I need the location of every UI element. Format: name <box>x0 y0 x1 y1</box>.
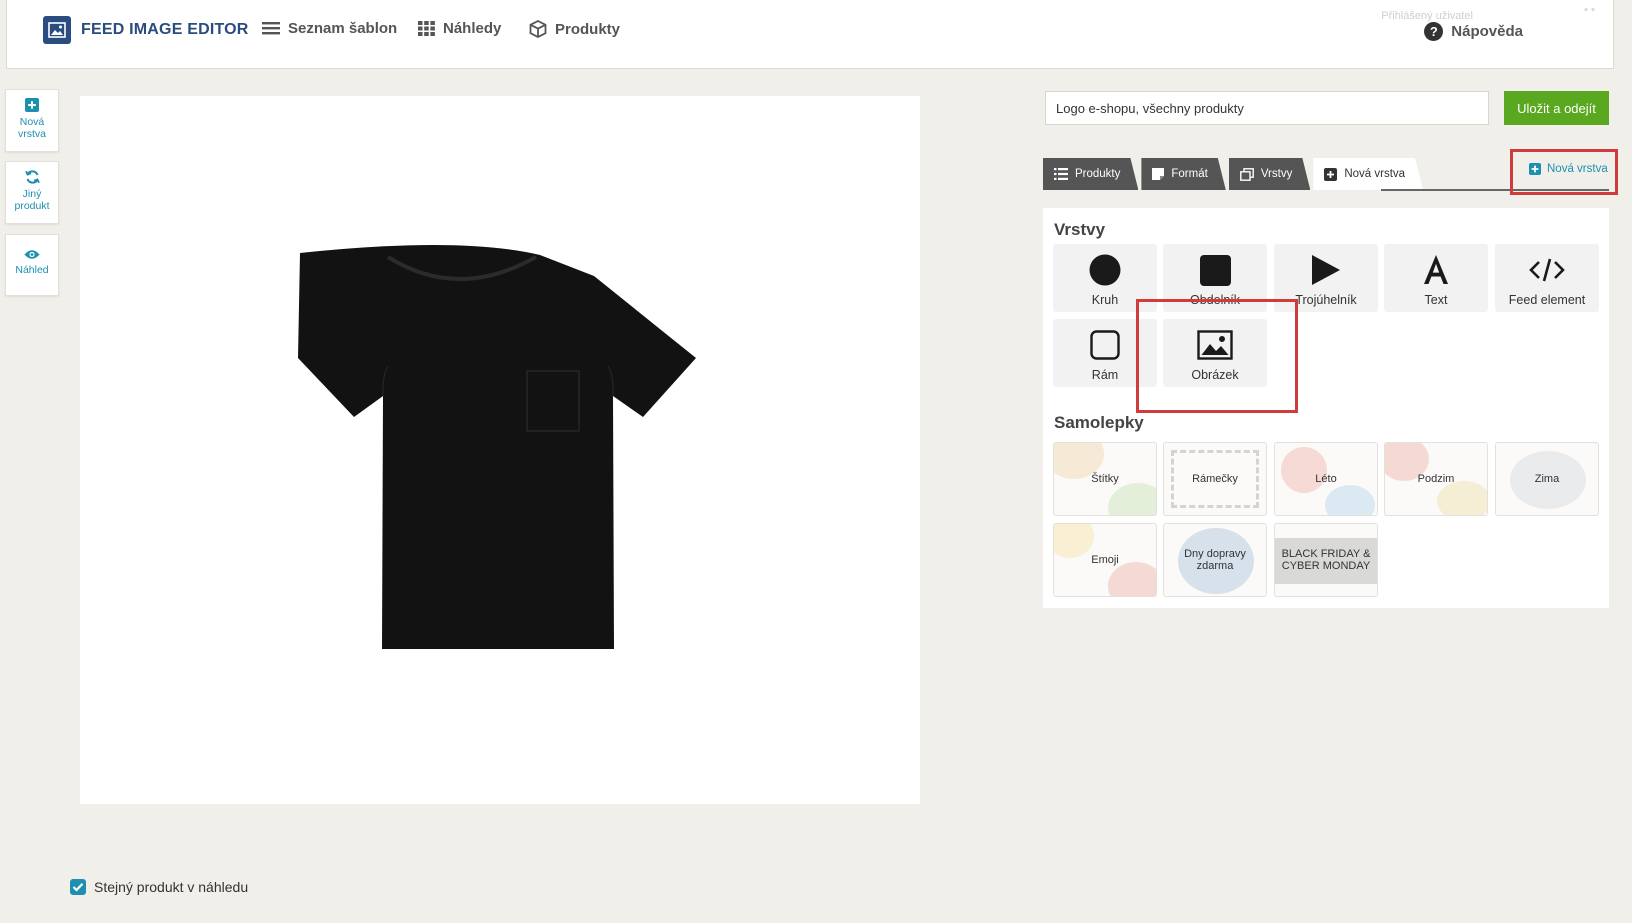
refresh-icon <box>24 170 40 184</box>
nav-previews-label: Náhledy <box>443 20 502 37</box>
user-info: Přihlášený uživatel <box>1381 10 1473 22</box>
layer-feed-element-label: Feed element <box>1508 293 1586 307</box>
layer-circle-tile[interactable]: Kruh <box>1053 244 1157 312</box>
sidebar-other-product-button[interactable]: Jiný produkt <box>5 161 59 224</box>
tab-layers[interactable]: Vrstvy <box>1229 158 1311 190</box>
layer-triangle-label: Trojúhelník <box>1295 293 1357 307</box>
code-icon <box>1529 258 1565 282</box>
new-layer-link-label: Nová vrstva <box>1547 163 1608 175</box>
tab-new-layer[interactable]: Nová vrstva <box>1313 158 1423 190</box>
image-editor-logo-icon <box>43 16 71 44</box>
editor-tabs: Produkty Formát Vrstvy Nová vrstva <box>1043 158 1426 191</box>
sticker-category-labels[interactable]: Štítky <box>1053 442 1157 516</box>
nav-templates-label: Seznam šablon <box>288 20 398 37</box>
sticker-category-winter[interactable]: Zima <box>1495 442 1599 516</box>
new-layer-link[interactable]: Nová vrstva <box>1529 163 1608 175</box>
layer-text-label: Text <box>1424 293 1448 307</box>
image-icon <box>1197 330 1233 360</box>
square-icon <box>1199 254 1231 286</box>
sticker-category-autumn-label: Podzim <box>1417 473 1455 485</box>
format-icon <box>1152 168 1164 180</box>
brand[interactable]: FEED IMAGE EDITOR <box>43 16 249 44</box>
help-link[interactable]: ? Nápověda <box>1424 22 1523 41</box>
list-icon <box>1054 168 1068 180</box>
tab-new-layer-label: Nová vrstva <box>1344 168 1406 180</box>
same-product-checkbox[interactable]: Stejný produkt v náhledu <box>70 879 248 895</box>
layer-image-label: Obrázek <box>1191 368 1239 382</box>
layer-rectangle-label: Obdelník <box>1189 293 1241 307</box>
same-product-label: Stejný produkt v náhledu <box>94 879 249 895</box>
frame-icon <box>1090 330 1120 360</box>
editor-canvas[interactable] <box>80 96 920 804</box>
sticker-category-winter-label: Zima <box>1534 473 1560 485</box>
list-icon <box>262 22 280 35</box>
product-image[interactable] <box>80 96 920 804</box>
sticker-category-labels-label: Štítky <box>1091 473 1119 485</box>
layers-section-title: Vrstvy <box>1054 220 1106 239</box>
plus-square-icon <box>25 98 39 112</box>
save-and-exit-button[interactable]: Uložit a odejít <box>1504 91 1609 125</box>
tab-products-label: Produkty <box>1075 168 1121 180</box>
layer-image-tile[interactable]: Obrázek <box>1163 319 1267 387</box>
stickers-section-title: Samolepky <box>1054 413 1144 432</box>
tab-layers-label: Vrstvy <box>1260 168 1293 180</box>
sidebar-new-layer-button[interactable]: Nová vrstva <box>5 89 59 152</box>
help-label: Nápověda <box>1451 23 1523 40</box>
new-layer-panel: Vrstvy Kruh Obdelník Trojúhelník Text Fe… <box>1043 208 1609 608</box>
text-icon <box>1424 255 1448 284</box>
sticker-category-frames-label: Rámečky <box>1192 473 1238 485</box>
app-title: FEED IMAGE EDITOR <box>81 21 249 38</box>
tab-format[interactable]: Formát <box>1141 158 1225 190</box>
box-icon <box>529 20 547 38</box>
circle-icon <box>1089 254 1121 286</box>
sticker-category-black-friday-label: BLACK FRIDAY & CYBER MONDAY <box>1281 548 1371 572</box>
top-bar: FEED IMAGE EDITOR Seznam šablon Náhledy … <box>6 0 1614 69</box>
template-name-input[interactable] <box>1045 91 1489 125</box>
layer-feed-element-tile[interactable]: Feed element <box>1495 244 1599 312</box>
sidebar-other-product-label: Jiný produkt <box>14 188 50 212</box>
nav-products[interactable]: Produkty <box>529 20 620 38</box>
sticker-category-summer[interactable]: Léto <box>1274 442 1378 516</box>
nav-previews[interactable]: Náhledy <box>418 20 501 37</box>
tab-underline <box>1381 189 1609 191</box>
sidebar-new-layer-label: Nová vrstva <box>17 116 46 140</box>
layer-frame-label: Rám <box>1091 368 1119 382</box>
grid-icon <box>418 21 435 36</box>
sticker-category-summer-label: Léto <box>1315 473 1337 485</box>
layer-triangle-tile[interactable]: Trojúhelník <box>1274 244 1378 312</box>
layer-frame-tile[interactable]: Rám <box>1053 319 1157 387</box>
sticker-category-free-shipping[interactable]: Dny dopravy zdarma <box>1163 523 1267 597</box>
sticker-category-emoji[interactable]: Emoji <box>1053 523 1157 597</box>
eye-icon <box>24 250 40 259</box>
triangle-icon <box>1312 255 1340 285</box>
sidebar-preview-button[interactable]: Náhled <box>5 234 59 296</box>
nav-templates[interactable]: Seznam šablon <box>262 20 397 37</box>
sticker-category-autumn[interactable]: Podzim <box>1384 442 1488 516</box>
sticker-category-black-friday[interactable]: BLACK FRIDAY & CYBER MONDAY <box>1274 523 1378 597</box>
sticker-category-emoji-label: Emoji <box>1091 554 1119 566</box>
user-menu-icon[interactable]: ▪ ▪ <box>1584 4 1595 16</box>
tab-format-label: Formát <box>1171 168 1208 180</box>
sticker-category-free-shipping-label: Dny dopravy zdarma <box>1184 548 1246 572</box>
checkbox-checked-icon <box>70 879 86 895</box>
layer-circle-label: Kruh <box>1091 293 1119 307</box>
layer-rectangle-tile[interactable]: Obdelník <box>1163 244 1267 312</box>
tab-products[interactable]: Produkty <box>1043 158 1138 190</box>
sticker-category-frames[interactable]: Rámečky <box>1163 442 1267 516</box>
layers-icon <box>1240 168 1254 181</box>
layer-text-tile[interactable]: Text <box>1384 244 1488 312</box>
nav-products-label: Produkty <box>555 20 621 38</box>
question-icon: ? <box>1424 22 1444 41</box>
plus-square-icon <box>1529 163 1541 175</box>
sidebar-preview-label: Náhled <box>15 264 49 276</box>
plus-square-icon <box>1324 168 1337 181</box>
